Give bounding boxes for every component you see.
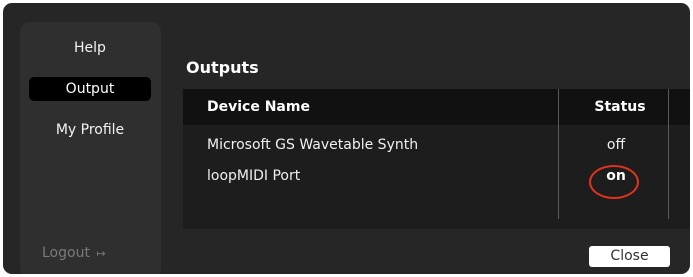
settings-window: Help Output My Profile Logout ↦ Outputs … xyxy=(3,3,690,274)
logout-icon: ↦ xyxy=(96,247,106,260)
device-name-cell: loopMIDI Port xyxy=(207,168,301,184)
column-header-status: Status xyxy=(594,99,646,115)
table-row[interactable]: Microsoft GS Wavetable Synth off xyxy=(183,134,690,156)
sidebar-item-output[interactable]: Output xyxy=(29,77,151,101)
logout-label: Logout xyxy=(42,245,90,261)
status-cell[interactable]: on xyxy=(585,165,647,187)
device-name-cell: Microsoft GS Wavetable Synth xyxy=(207,137,419,153)
status-cell[interactable]: off xyxy=(585,134,647,156)
page-title: Outputs xyxy=(186,58,259,77)
table-header: Device Name Status xyxy=(183,89,690,125)
sidebar: Help Output My Profile Logout ↦ xyxy=(20,22,161,274)
sidebar-item-help[interactable]: Help xyxy=(29,36,151,60)
logout-button[interactable]: Logout ↦ xyxy=(42,245,106,261)
close-button[interactable]: Close xyxy=(589,246,670,267)
sidebar-item-my-profile[interactable]: My Profile xyxy=(29,118,151,142)
outputs-table: Device Name Status Microsoft GS Wavetabl… xyxy=(183,89,690,229)
table-row[interactable]: loopMIDI Port on xyxy=(183,165,690,187)
column-header-device-name: Device Name xyxy=(207,99,310,115)
